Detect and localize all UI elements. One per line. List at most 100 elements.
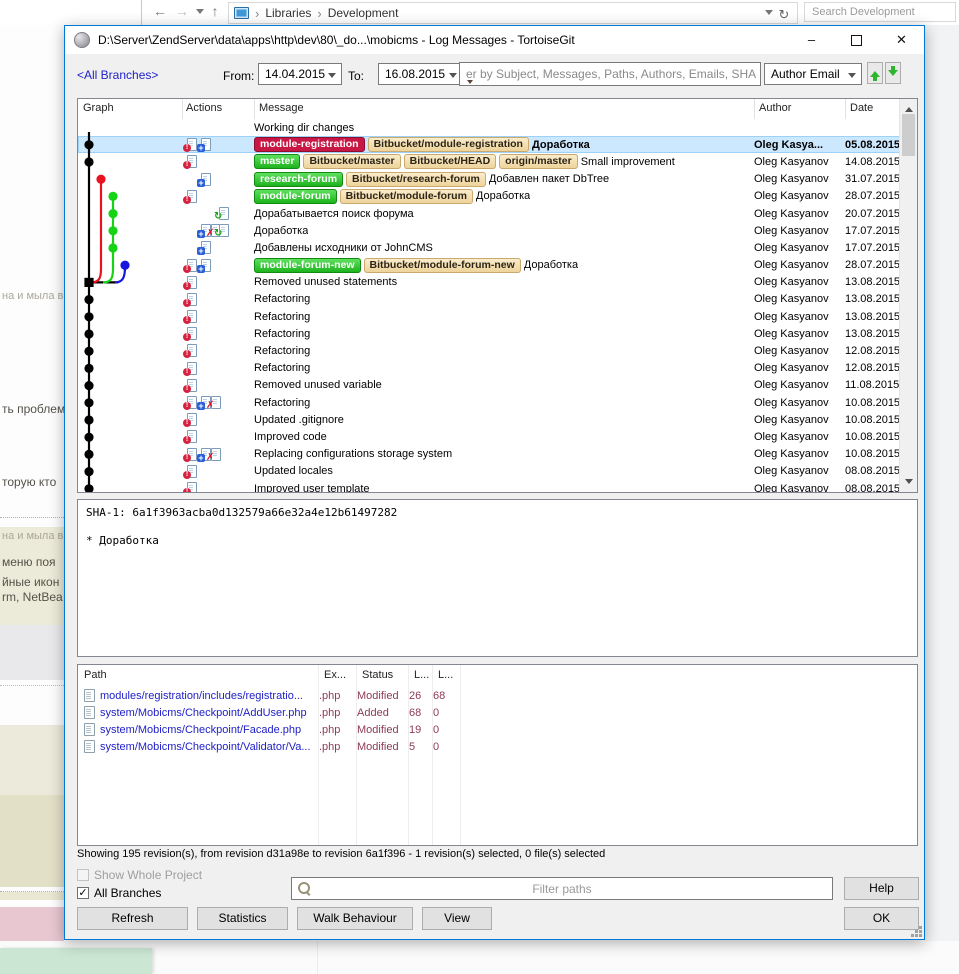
help-button[interactable]: Help xyxy=(844,877,919,900)
revision-row[interactable]: +research-forumBitbucket/research-forumД… xyxy=(78,171,900,188)
col-author[interactable]: Author xyxy=(759,102,791,114)
history-chevron-icon[interactable] xyxy=(193,0,207,25)
revision-row[interactable]: !RefactoringOleg Kasyanov13.08.2015 22:2… xyxy=(78,308,900,325)
revision-row[interactable]: Working dir changes xyxy=(78,119,900,136)
actions-cell: ! xyxy=(182,291,254,308)
revision-row[interactable]: ↻Дорабатывается поиск форумаOleg Kasyano… xyxy=(78,205,900,222)
message-cell: Refactoring xyxy=(254,293,754,305)
revision-row[interactable]: !Removed unused statementsOleg Kasyanov1… xyxy=(78,274,900,291)
message-cell: Improved user template xyxy=(254,483,754,492)
statistics-button[interactable]: Statistics xyxy=(197,907,288,930)
file-row[interactable]: system/Mobicms/Checkpoint/AddUser.php.ph… xyxy=(78,704,917,721)
search-up-button[interactable] xyxy=(867,62,883,84)
search-icon xyxy=(298,882,310,894)
file-path[interactable]: system/Mobicms/Checkpoint/Validator/Va..… xyxy=(100,741,319,753)
show-whole-project-checkbox[interactable]: Show Whole Project xyxy=(77,868,202,882)
file-list-header[interactable]: Path Ex... Status L... L... xyxy=(78,665,917,685)
view-button[interactable]: View xyxy=(422,907,492,930)
revision-row[interactable]: !RefactoringOleg Kasyanov13.08.2015 19:1… xyxy=(78,325,900,342)
revision-row[interactable]: !Improved user templateOleg Kasyanov08.0… xyxy=(78,480,900,492)
col-date[interactable]: Date xyxy=(850,102,873,114)
date-cell: 08.08.2015 13:55... xyxy=(845,465,900,477)
col-path[interactable]: Path xyxy=(84,669,107,681)
col-graph[interactable]: Graph xyxy=(83,102,114,114)
revision-row[interactable]: !Removed unused variableOleg Kasyanov11.… xyxy=(78,377,900,394)
modified-overlay-icon: ! xyxy=(183,350,191,358)
revision-scrollbar[interactable] xyxy=(899,99,917,492)
revision-row[interactable]: +Добавлены исходники от JohnCMSOleg Kasy… xyxy=(78,239,900,256)
col-lines-deleted[interactable]: L... xyxy=(438,669,453,681)
col-ext[interactable]: Ex... xyxy=(324,669,346,681)
breadcrumb-development[interactable]: Development xyxy=(328,6,399,20)
revision-row[interactable]: +✗↻ДоработкаOleg Kasyanov17.07.2015 11:3… xyxy=(78,222,900,239)
revision-row[interactable]: !+✗RefactoringOleg Kasyanov10.08.2015 12… xyxy=(78,394,900,411)
revision-row[interactable]: !Updated localesOleg Kasyanov08.08.2015 … xyxy=(78,463,900,480)
revision-list-header[interactable]: Graph Actions Message Author Date xyxy=(78,99,900,119)
log-filter-input[interactable] xyxy=(459,62,761,86)
column-separator[interactable] xyxy=(182,99,183,119)
to-date-combo[interactable]: 16.08.2015 xyxy=(378,63,463,85)
breadcrumb-libraries[interactable]: Libraries xyxy=(265,6,311,20)
commit-message-text: SHA-1: 6a1f3963acba0d132579a66e32a4e12b6… xyxy=(86,506,909,548)
changed-files-list: Path Ex... Status L... L... modules/regi… xyxy=(77,664,918,846)
modified-overlay-icon: ! xyxy=(183,316,191,324)
revision-row[interactable]: !module-forumBitbucket/module-forumДораб… xyxy=(78,188,900,205)
ok-button[interactable]: OK xyxy=(844,907,919,930)
address-bar[interactable]: › Libraries › Development ↻ xyxy=(228,2,798,24)
file-row[interactable]: system/Mobicms/Checkpoint/Facade.php.php… xyxy=(78,721,917,738)
revision-row[interactable]: !RefactoringOleg Kasyanov13.08.2015 22:5… xyxy=(78,291,900,308)
actions-cell: +✗↻ xyxy=(182,222,254,239)
revision-row[interactable]: !+module-registrationBitbucket/module-re… xyxy=(78,136,900,153)
maximize-icon xyxy=(851,35,862,46)
revision-row[interactable]: !RefactoringOleg Kasyanov12.08.2015 22:3… xyxy=(78,342,900,359)
explorer-toolbar: ← → ↑ › Libraries › Development ↻ xyxy=(0,0,959,26)
file-path[interactable]: modules/registration/includes/registrati… xyxy=(100,690,319,702)
all-branches-link[interactable]: <All Branches> xyxy=(77,68,158,82)
revision-row[interactable]: !+✗Replacing configurations storage syst… xyxy=(78,446,900,463)
up-icon[interactable]: ↑ xyxy=(206,0,224,25)
date-cell: 20.07.2015 9:19:45 xyxy=(845,208,900,220)
ref-badge: module-registration xyxy=(254,137,365,152)
filter-paths-input[interactable] xyxy=(291,877,833,900)
col-lines-added[interactable]: L... xyxy=(414,669,429,681)
filter-options-caret-icon[interactable] xyxy=(467,80,473,87)
refresh-button[interactable]: Refresh xyxy=(77,907,188,930)
maximize-button[interactable] xyxy=(834,26,879,54)
filter-field-combo[interactable]: Author Email xyxy=(764,63,862,85)
address-dropdown-icon[interactable] xyxy=(765,10,773,19)
file-row[interactable]: modules/registration/includes/registrati… xyxy=(78,687,917,704)
all-branches-checkbox[interactable]: ✓ All Branches xyxy=(77,886,161,900)
walk-behaviour-button[interactable]: Walk Behaviour xyxy=(297,907,413,930)
column-separator[interactable] xyxy=(845,99,846,119)
back-icon[interactable]: ← xyxy=(150,0,170,25)
page-block xyxy=(0,795,64,887)
col-status[interactable]: Status xyxy=(362,669,393,681)
commit-message-pane[interactable]: SHA-1: 6a1f3963acba0d132579a66e32a4e12b6… xyxy=(77,499,918,657)
revision-row[interactable]: !+module-forum-newBitbucket/module-forum… xyxy=(78,257,900,274)
forward-icon[interactable]: → xyxy=(172,0,192,25)
file-path[interactable]: system/Mobicms/Checkpoint/AddUser.php xyxy=(100,707,319,719)
revision-row[interactable]: !Updated .gitignoreOleg Kasyanov10.08.20… xyxy=(78,411,900,428)
search-down-button[interactable] xyxy=(885,62,901,84)
col-actions[interactable]: Actions xyxy=(186,102,222,114)
actions-cell: ! xyxy=(182,342,254,359)
author-cell: Oleg Kasyanov xyxy=(754,448,845,460)
column-separator[interactable] xyxy=(254,99,255,119)
scroll-down-icon[interactable] xyxy=(900,475,917,492)
resize-grip-icon[interactable] xyxy=(919,934,922,937)
lines-added: 5 xyxy=(409,741,433,753)
column-separator[interactable] xyxy=(754,99,755,119)
col-message[interactable]: Message xyxy=(259,102,304,114)
scrollbar-thumb[interactable] xyxy=(902,114,915,156)
titlebar[interactable]: D:\Server\ZendServer\data\apps\http\dev\… xyxy=(65,26,924,54)
revision-row[interactable]: !Improved codeOleg Kasyanov10.08.2015 2:… xyxy=(78,428,900,445)
file-path[interactable]: system/Mobicms/Checkpoint/Facade.php xyxy=(100,724,319,736)
revision-row[interactable]: !masterBitbucket/masterBitbucket/HEADori… xyxy=(78,153,900,170)
close-button[interactable]: ✕ xyxy=(879,26,924,54)
revision-row[interactable]: !RefactoringOleg Kasyanov12.08.2015 22:0… xyxy=(78,360,900,377)
explorer-search-input[interactable] xyxy=(804,2,956,22)
file-row[interactable]: system/Mobicms/Checkpoint/Validator/Va..… xyxy=(78,738,917,755)
from-date-combo[interactable]: 14.04.2015 xyxy=(258,63,342,85)
modified-icon: ! xyxy=(184,276,197,289)
minimize-button[interactable]: – xyxy=(789,26,834,54)
